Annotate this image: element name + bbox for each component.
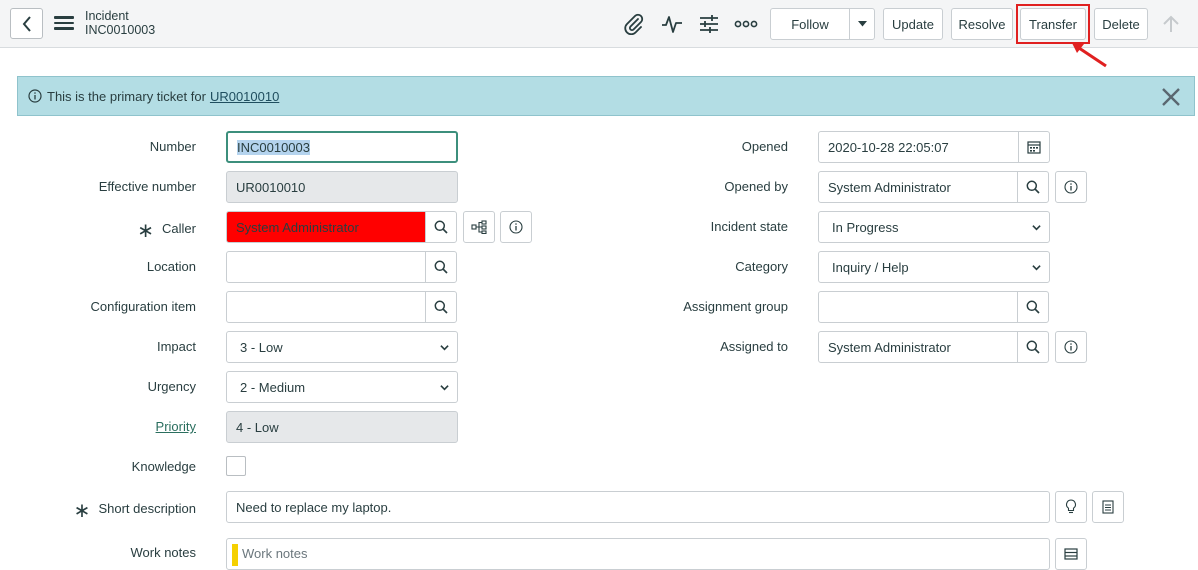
lightbulb-icon bbox=[1066, 499, 1076, 514]
opened-label: Opened bbox=[741, 139, 788, 154]
back-button[interactable] bbox=[10, 8, 43, 39]
update-button[interactable]: Update bbox=[883, 8, 943, 40]
info-banner: This is the primary ticket for UR0010010 bbox=[17, 76, 1195, 116]
incident-state-select[interactable]: In Progress bbox=[818, 211, 1050, 243]
opened-by-info-button[interactable] bbox=[1055, 171, 1087, 203]
form-header: Incident INC0010003 Follow Update Resolv… bbox=[0, 0, 1198, 48]
priority-field: 4 - Low bbox=[226, 411, 458, 443]
work-notes-field[interactable]: Work notes bbox=[226, 538, 1050, 570]
annotation-arrow-icon bbox=[1072, 43, 1107, 68]
urgency-select[interactable]: 2 - Medium bbox=[226, 371, 458, 403]
category-label: Category bbox=[735, 259, 788, 274]
record-number: INC0010003 bbox=[85, 23, 156, 37]
record-title: Incident INC0010003 bbox=[85, 9, 155, 37]
knowledge-checkbox[interactable] bbox=[226, 456, 246, 476]
calendar-button[interactable] bbox=[1018, 131, 1050, 163]
assignment-group-field[interactable] bbox=[818, 291, 1019, 323]
knowledge-label: Knowledge bbox=[131, 459, 196, 474]
info-icon bbox=[28, 89, 42, 103]
settings-sliders-icon[interactable] bbox=[696, 11, 722, 37]
template-button[interactable] bbox=[1092, 491, 1124, 523]
incident-state-label: Incident state bbox=[710, 219, 788, 234]
category-select[interactable]: Inquiry / Help bbox=[818, 251, 1050, 283]
short-description-label: ∗ Short description bbox=[73, 500, 196, 522]
chevron-down-icon bbox=[1032, 264, 1041, 270]
list-icon bbox=[1064, 548, 1078, 560]
assigned-to-info-button[interactable] bbox=[1055, 331, 1087, 363]
work-notes-options-button[interactable] bbox=[1055, 538, 1087, 570]
more-options-icon[interactable] bbox=[733, 11, 759, 37]
activity-icon[interactable] bbox=[659, 11, 685, 37]
search-icon bbox=[1026, 300, 1040, 314]
priority-label[interactable]: Priority bbox=[0, 419, 196, 434]
short-description-field[interactable]: Need to replace my laptop. bbox=[226, 491, 1050, 523]
assigned-to-search-button[interactable] bbox=[1017, 331, 1049, 363]
work-notes-label: Work notes bbox=[130, 545, 196, 560]
work-notes-placeholder: Work notes bbox=[242, 546, 308, 561]
chevron-down-icon bbox=[440, 384, 449, 390]
banner-text: This is the primary ticket for bbox=[47, 88, 206, 104]
info-icon bbox=[1064, 340, 1078, 354]
assigned-to-field[interactable]: System Administrator bbox=[818, 331, 1019, 363]
resolve-button[interactable]: Resolve bbox=[951, 8, 1013, 40]
urgency-value: 2 - Medium bbox=[240, 379, 306, 395]
close-icon[interactable] bbox=[1160, 86, 1182, 108]
primary-ticket-link[interactable]: UR0010010 bbox=[210, 89, 279, 104]
record-type: Incident bbox=[85, 9, 129, 23]
urgency-label: Urgency bbox=[147, 379, 196, 394]
required-icon: ∗ bbox=[73, 500, 91, 522]
assignment-group-label: Assignment group bbox=[683, 299, 788, 314]
calendar-icon bbox=[1027, 141, 1041, 154]
opened-field[interactable]: 2020-10-28 22:05:07 bbox=[818, 131, 1019, 163]
paperclip-icon[interactable] bbox=[621, 11, 647, 37]
assigned-to-label: Assigned to bbox=[720, 339, 788, 354]
chevron-left-icon bbox=[22, 15, 31, 32]
delete-button[interactable]: Delete bbox=[1094, 8, 1148, 40]
assignment-group-search-button[interactable] bbox=[1017, 291, 1049, 323]
work-notes-indicator bbox=[232, 544, 238, 566]
menu-icon[interactable] bbox=[54, 13, 74, 33]
document-icon bbox=[1102, 500, 1114, 514]
incident-state-value: In Progress bbox=[832, 219, 899, 235]
opened-by-label: Opened by bbox=[724, 179, 788, 194]
chevron-down-icon bbox=[1032, 224, 1041, 230]
caret-down-icon bbox=[857, 21, 867, 27]
search-icon bbox=[1026, 340, 1040, 354]
info-icon bbox=[1064, 180, 1078, 194]
follow-button[interactable]: Follow bbox=[770, 8, 850, 40]
follow-dropdown-button[interactable] bbox=[849, 8, 875, 40]
opened-by-search-button[interactable] bbox=[1017, 171, 1049, 203]
arrow-up-icon[interactable] bbox=[1158, 11, 1184, 37]
opened-by-field[interactable]: System Administrator bbox=[818, 171, 1019, 203]
category-value: Inquiry / Help bbox=[832, 259, 909, 275]
suggestion-button[interactable] bbox=[1055, 491, 1087, 523]
search-icon bbox=[1026, 180, 1040, 194]
